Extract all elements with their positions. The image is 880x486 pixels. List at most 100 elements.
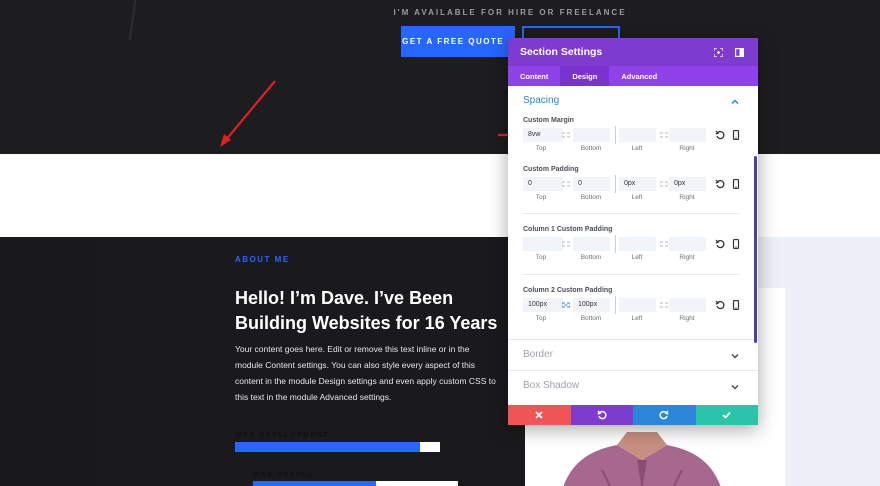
custom-padding-label: Custom Padding <box>523 166 579 173</box>
about-heading: Hello! I’m Dave. I’ve Been Building Webs… <box>235 288 498 333</box>
modal-tabs: Content Design Advanced <box>508 66 758 86</box>
skill-label: WEB DEVELOPMENT <box>235 432 330 439</box>
skill-bar <box>235 442 440 452</box>
divider <box>615 175 616 193</box>
bottom-label: Bottom <box>580 315 602 322</box>
spacing-section-title[interactable]: Spacing <box>523 95 559 106</box>
mobile-icon[interactable] <box>731 130 741 140</box>
bottom-label: Bottom <box>580 145 602 152</box>
mobile-icon[interactable] <box>731 179 741 189</box>
reset-icon[interactable] <box>715 130 725 140</box>
top-label: Top <box>535 315 547 322</box>
left-label: Left <box>631 315 643 322</box>
side-shade <box>0 237 95 486</box>
undo-button[interactable] <box>570 405 633 425</box>
col2-padding-left-input[interactable] <box>619 298 656 312</box>
divider <box>615 296 616 314</box>
left-label: Left <box>631 254 643 261</box>
right-label: Right <box>679 194 695 201</box>
about-label: ABOUT ME <box>235 255 290 264</box>
skill-bar-fill <box>253 481 376 486</box>
skill-bar-fill <box>235 442 420 452</box>
scrollbar[interactable] <box>754 156 757 343</box>
cancel-button[interactable] <box>508 405 571 425</box>
divider <box>615 126 616 144</box>
link-icon[interactable] <box>660 241 668 247</box>
top-label: Top <box>535 145 547 152</box>
link-icon[interactable] <box>660 302 668 308</box>
right-label: Right <box>679 145 695 152</box>
chevron-down-icon[interactable] <box>730 382 740 392</box>
chevron-up-icon[interactable] <box>730 97 740 107</box>
mobile-icon[interactable] <box>731 300 741 310</box>
link-icon[interactable] <box>562 181 570 187</box>
col1-padding-bottom-input[interactable] <box>573 237 610 251</box>
tab-content[interactable]: Content <box>508 66 560 86</box>
col2-padding-bottom-input[interactable]: 100px <box>573 298 610 312</box>
about-body-text: Your content goes here. Edit or remove t… <box>235 344 496 402</box>
redo-icon <box>659 410 669 420</box>
padding-bottom-input[interactable]: 0 <box>573 177 610 191</box>
divider <box>615 235 616 253</box>
expand-icon[interactable] <box>711 45 725 59</box>
col2-padding-top-input[interactable]: 100px <box>523 298 563 312</box>
right-label: Right <box>679 254 695 261</box>
column-1-padding-label: Column 1 Custom Padding <box>523 226 613 233</box>
checkmark-icon <box>722 411 731 419</box>
margin-right-input[interactable] <box>669 128 706 142</box>
padding-top-input[interactable]: 0 <box>523 177 563 191</box>
reset-icon[interactable] <box>715 239 725 249</box>
person-photo <box>563 432 721 486</box>
reset-icon[interactable] <box>715 179 725 189</box>
sidebar-toggle-icon[interactable] <box>732 45 746 59</box>
get-quote-button[interactable]: GET A FREE QUOTE » <box>401 26 515 57</box>
margin-top-input[interactable]: 8vw <box>523 128 563 142</box>
top-label: Top <box>535 254 547 261</box>
right-label: Right <box>679 315 695 322</box>
tab-advanced[interactable]: Advanced <box>609 66 669 86</box>
redo-button[interactable] <box>633 405 696 425</box>
border-section-title[interactable]: Border <box>523 349 553 360</box>
skill-label: WEB DESIGN <box>253 472 314 479</box>
section-settings-modal: Section Settings Content Design Advanced… <box>508 38 758 425</box>
margin-bottom-input[interactable] <box>573 128 610 142</box>
decorative-line <box>90 0 140 40</box>
box-shadow-section-title[interactable]: Box Shadow <box>523 380 579 391</box>
close-icon <box>535 411 543 419</box>
left-label: Left <box>631 145 643 152</box>
skill-bar <box>253 481 458 486</box>
chevron-down-icon[interactable] <box>730 351 740 361</box>
custom-margin-label: Custom Margin <box>523 117 574 124</box>
padding-left-input[interactable]: 0px <box>619 177 656 191</box>
link-icon[interactable] <box>562 241 570 247</box>
column-2-padding-label: Column 2 Custom Padding <box>523 287 613 294</box>
left-label: Left <box>631 194 643 201</box>
col2-padding-right-input[interactable] <box>669 298 706 312</box>
modal-title: Section Settings <box>520 46 603 58</box>
padding-right-input[interactable]: 0px <box>669 177 706 191</box>
margin-left-input[interactable] <box>619 128 656 142</box>
top-label: Top <box>535 194 547 201</box>
modal-footer <box>508 405 758 425</box>
mobile-icon[interactable] <box>731 239 741 249</box>
bottom-label: Bottom <box>580 254 602 261</box>
link-icon[interactable] <box>660 181 668 187</box>
divider <box>523 274 739 275</box>
divider <box>508 339 758 340</box>
link-icon[interactable] <box>562 132 570 138</box>
link-active-icon[interactable] <box>562 302 570 308</box>
modal-body: Spacing Custom Margin 8vw Top Bottom Lef… <box>508 86 758 405</box>
undo-icon <box>597 410 607 420</box>
divider <box>523 213 739 214</box>
tab-design[interactable]: Design <box>560 66 610 86</box>
save-button[interactable] <box>695 405 758 425</box>
col1-padding-left-input[interactable] <box>619 237 656 251</box>
availability-text: I'M AVAILABLE FOR HIRE OR FREELANCE <box>393 8 627 17</box>
modal-header[interactable]: Section Settings <box>508 38 758 66</box>
reset-icon[interactable] <box>715 300 725 310</box>
col1-padding-right-input[interactable] <box>669 237 706 251</box>
col1-padding-top-input[interactable] <box>523 237 563 251</box>
divider <box>508 370 758 371</box>
bottom-label: Bottom <box>580 194 602 201</box>
link-icon[interactable] <box>660 132 668 138</box>
